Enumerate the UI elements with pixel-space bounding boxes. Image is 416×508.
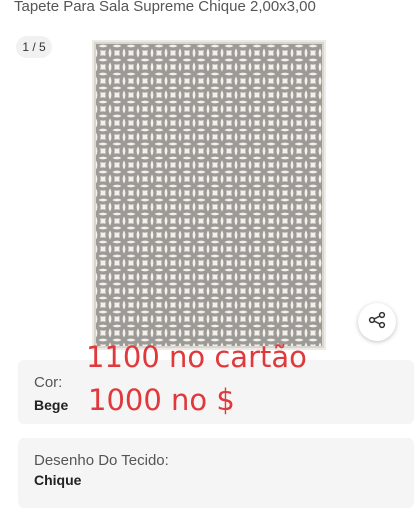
attribute-label: Cor: bbox=[34, 374, 63, 391]
attribute-label: Desenho Do Tecido: bbox=[34, 452, 169, 469]
product-image[interactable] bbox=[92, 40, 326, 350]
image-counter: 1 / 5 bbox=[22, 40, 46, 54]
attribute-value: Chique bbox=[34, 472, 82, 488]
price-note-cash: 1000 no $ bbox=[88, 383, 235, 417]
share-icon bbox=[368, 311, 386, 334]
image-counter-badge: 1 / 5 bbox=[16, 36, 52, 58]
price-note-card: 1100 no cartão bbox=[86, 340, 307, 374]
product-title: Tapete Para Sala Supreme Chique 2,00x3,0… bbox=[14, 0, 316, 15]
attribute-value: Bege bbox=[34, 397, 69, 413]
share-button[interactable] bbox=[358, 303, 396, 341]
attribute-card-fabric-design: Desenho Do Tecido: Chique bbox=[18, 438, 414, 508]
